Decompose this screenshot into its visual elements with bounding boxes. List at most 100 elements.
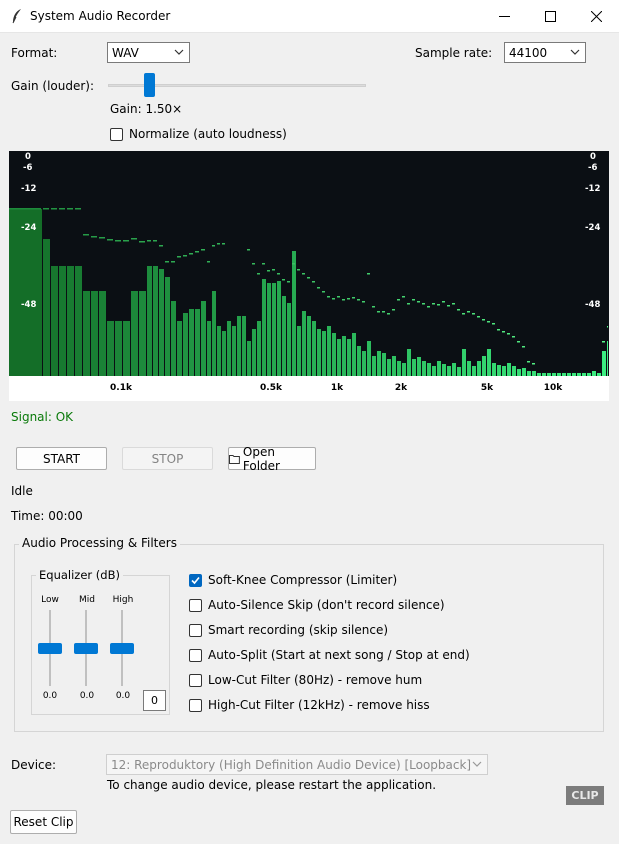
spectrum-peak-marker [517, 341, 520, 343]
spectrum-peak-marker [427, 306, 430, 308]
spectrum-bar [397, 361, 401, 376]
chevron-down-icon [174, 49, 184, 55]
minimize-button[interactable] [481, 0, 527, 32]
spectrum-peak-marker [123, 240, 129, 242]
frequency-axis: 0.1k 0.5k 1k 2k 5k 10k [9, 376, 609, 401]
spectrum-peak-marker [59, 208, 65, 210]
eq-low-slider-thumb[interactable] [38, 643, 62, 654]
option-smart-recording[interactable]: Smart recording (skip silence) [189, 623, 388, 637]
eq-mid-value: 0.0 [79, 691, 95, 701]
reset-clip-button[interactable]: Reset Clip [10, 810, 77, 834]
spectrum-bar [497, 365, 501, 376]
close-button[interactable] [573, 0, 619, 32]
spectrum-peak-marker [452, 303, 455, 305]
gain-slider-thumb[interactable] [144, 73, 155, 97]
freq-label: 10k [543, 383, 563, 393]
spectrum-bars [9, 208, 608, 376]
spectrum-bar [302, 311, 306, 376]
stop-button[interactable]: STOP [122, 447, 213, 470]
spectrum-bar [452, 363, 456, 376]
compressor-checkbox[interactable] [189, 573, 202, 587]
spectrum-bar [357, 346, 361, 376]
spectrum-peak-marker [497, 329, 500, 331]
spectrum-bar [139, 291, 146, 376]
auto-split-label: Auto-Split (Start at next song / Stop at… [208, 648, 470, 662]
spectrum-peak-marker [527, 361, 530, 363]
eq-preset-field[interactable]: 0 [143, 690, 166, 711]
normalize-label: Normalize (auto loudness) [129, 127, 287, 141]
format-select[interactable]: WAV [107, 42, 190, 63]
spectrum-peak-marker [367, 273, 370, 275]
low-cut-checkbox[interactable] [189, 673, 202, 687]
auto-silence-checkbox[interactable] [189, 598, 202, 612]
spectrum-peak-marker [342, 299, 345, 301]
spectrum-bar [362, 351, 366, 376]
title-bar: System Audio Recorder [0, 0, 619, 33]
spectrum-peak-marker [287, 281, 290, 283]
sample-rate-select[interactable]: 44100 [504, 42, 586, 63]
spectrum-peak-marker [407, 303, 410, 305]
smart-recording-checkbox[interactable] [189, 623, 202, 637]
spectrum-peak-marker [115, 240, 121, 242]
spectrum-bar [262, 279, 266, 376]
maximize-icon [544, 10, 556, 22]
spectrum-bar [342, 336, 346, 376]
spectrum-bar [177, 321, 182, 376]
spectrum-peak-marker [507, 333, 510, 335]
spectrum-bar [392, 356, 396, 376]
spectrum-bar [267, 283, 271, 376]
open-folder-button[interactable]: Open Folder [228, 445, 316, 473]
equalizer-title: Equalizer (dB) [36, 568, 123, 582]
high-cut-checkbox[interactable] [189, 698, 202, 712]
option-compressor[interactable]: Soft-Knee Compressor (Limiter) [189, 573, 397, 587]
spectrum-bar [91, 291, 98, 376]
spectrum-bar [522, 368, 526, 376]
device-hint: To change audio device, please restart t… [107, 778, 437, 792]
normalize-checkbox-box[interactable] [110, 127, 123, 141]
spectrum-bar [51, 266, 58, 376]
device-select[interactable]: 12: Reproduktory (High Definition Audio … [106, 754, 488, 775]
db-label-right-48: -48 [585, 300, 601, 310]
spectrum-bar [75, 266, 82, 376]
spectrum-peak-marker [432, 303, 435, 305]
spectrum-bar [457, 367, 461, 376]
spectrum-peak-marker [462, 313, 465, 315]
spectrum-peak-marker [312, 281, 315, 283]
spectrum-bar [67, 266, 74, 376]
spectrum-bar [123, 321, 130, 376]
eq-mid-slider-thumb[interactable] [74, 643, 98, 654]
spectrum-bar [512, 366, 516, 376]
spectrum-peak-marker [153, 240, 157, 242]
maximize-button[interactable] [527, 0, 573, 32]
start-button[interactable]: START [16, 447, 107, 470]
option-high-cut[interactable]: High-Cut Filter (12kHz) - remove hiss [189, 698, 430, 712]
spectrum-bar [322, 331, 326, 376]
eq-band-label-high: High [112, 595, 134, 605]
spectrum-peak-marker [502, 331, 505, 333]
spectrum-peak-marker [302, 273, 305, 275]
spectrum-peak-marker [189, 253, 193, 255]
chevron-down-icon [472, 761, 482, 767]
auto-split-checkbox[interactable] [189, 648, 202, 662]
eq-low-value: 0.0 [42, 691, 58, 701]
spectrum-bar [165, 277, 170, 376]
spectrum-peak-marker [332, 298, 335, 300]
spectrum-bar [183, 313, 188, 376]
gain-label: Gain (louder): [11, 79, 95, 93]
eq-high-slider-thumb[interactable] [110, 643, 134, 654]
spectrum-peak-marker [252, 263, 255, 265]
normalize-checkbox[interactable]: Normalize (auto loudness) [110, 127, 287, 141]
spectrum-bar [43, 239, 50, 376]
option-auto-silence[interactable]: Auto-Silence Skip (don't record silence) [189, 598, 445, 612]
spectrum-peak-marker [382, 311, 385, 313]
spectrum-bar [407, 349, 411, 376]
option-auto-split[interactable]: Auto-Split (Start at next song / Stop at… [189, 648, 470, 662]
spectrum-bar [297, 326, 301, 376]
spectrum-bar [447, 366, 451, 376]
spectrum-peak-marker [387, 313, 390, 315]
spectrum-peak-marker [602, 341, 605, 343]
spectrum-peak-marker [257, 273, 260, 275]
spectrum-peak-marker [262, 263, 265, 265]
option-low-cut[interactable]: Low-Cut Filter (80Hz) - remove hum [189, 673, 422, 687]
spectrum-peak-marker [177, 256, 181, 258]
